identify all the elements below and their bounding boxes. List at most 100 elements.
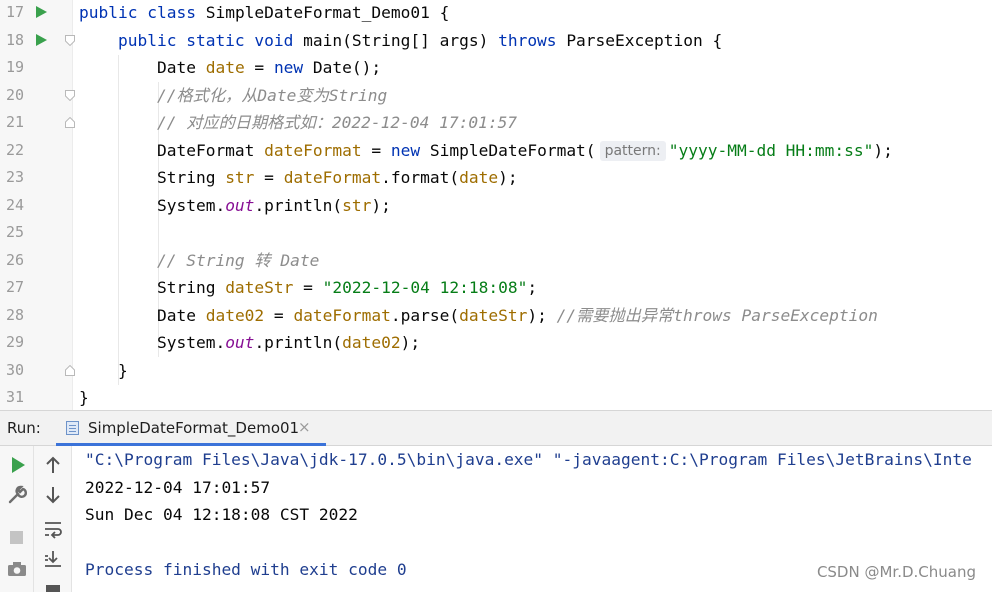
wrench-icon[interactable]	[6, 484, 28, 506]
print-icon[interactable]	[42, 578, 64, 592]
code-text: public class SimpleDateFormat_Demo01 {	[79, 0, 449, 27]
run-gutter-icon[interactable]	[36, 6, 47, 18]
code-text: String dateStr = "2022-12-04 12:18:08";	[79, 274, 537, 302]
code-token: =	[264, 305, 294, 325]
scroll-to-end-icon[interactable]	[42, 548, 64, 570]
code-token: =	[361, 140, 391, 160]
code-line[interactable]: 26 // String 转 Date	[0, 247, 992, 275]
code-text: String str = dateFormat.format(date);	[79, 164, 518, 192]
run-icon[interactable]	[7, 454, 29, 476]
code-token: date	[459, 168, 499, 187]
arrow-up-icon[interactable]	[42, 454, 64, 476]
code-token: public static void	[79, 30, 304, 50]
code-token: );	[371, 195, 391, 215]
code-token: DateFormat	[79, 140, 265, 160]
code-token: );	[400, 333, 421, 352]
code-line[interactable]: 28 Date date02 = dateFormat.parse(dateSt…	[0, 302, 992, 330]
run-config-tab[interactable]: SimpleDateFormat_Demo01 ×	[56, 411, 326, 446]
code-line[interactable]: 18 public static void main(String[] args…	[0, 27, 992, 55]
line-number: 27	[5, 278, 24, 296]
fold-icon[interactable]	[65, 89, 75, 101]
code-text: System.out.println(str);	[79, 192, 391, 220]
code-token: //格式化，从Date变为String	[79, 85, 388, 105]
code-token: System.	[79, 333, 226, 352]
run-tool-window-header: Run: SimpleDateFormat_Demo01 ×	[0, 410, 992, 446]
code-token: // String 转 Date	[79, 250, 320, 270]
line-number: 20	[5, 85, 24, 104]
code-token: =	[244, 58, 274, 77]
line-number: 28	[5, 305, 24, 324]
fold-icon[interactable]	[65, 117, 75, 128]
code-line[interactable]: 20 //格式化，从Date变为String	[0, 82, 992, 110]
close-icon[interactable]: ×	[298, 418, 311, 436]
code-token: SimpleDateFormat_Demo01 {	[205, 3, 450, 22]
console-line: "C:\Program Files\Java\jdk-17.0.5\bin\ja…	[85, 450, 972, 469]
code-token: System.	[79, 195, 226, 215]
code-token: out	[225, 195, 255, 215]
code-token: .format(	[381, 168, 460, 187]
fold-icon[interactable]	[65, 34, 75, 46]
line-number: 30	[5, 360, 24, 379]
line-number: 29	[5, 333, 24, 351]
code-token: Date();	[312, 58, 382, 77]
code-token: // 对应的日期格式如：2022-12-04 17:01:57	[79, 113, 518, 132]
line-number: 31	[5, 388, 24, 406]
camera-icon[interactable]	[6, 558, 28, 580]
code-token: }	[79, 360, 128, 380]
code-token: throws	[498, 30, 567, 50]
fold-icon[interactable]	[65, 364, 75, 376]
parameter-hint: pattern:	[599, 140, 666, 161]
code-text: }	[79, 384, 89, 410]
code-line[interactable]: 31}	[0, 384, 992, 410]
code-token: dateFormat	[293, 305, 391, 325]
code-line[interactable]: 27 String dateStr = "2022-12-04 12:18:08…	[0, 274, 992, 302]
run-config-tab-label: SimpleDateFormat_Demo01	[88, 419, 300, 437]
code-line[interactable]: 25	[0, 219, 992, 247]
code-token: //需要抛出异常throws ParseException	[556, 305, 878, 325]
code-text: }	[79, 357, 128, 385]
line-number: 24	[5, 195, 24, 214]
code-line[interactable]: 17 public class SimpleDateFormat_Demo01 {	[0, 0, 992, 27]
run-toolbar-secondary	[34, 446, 72, 592]
line-number: 19	[5, 58, 24, 76]
stop-icon[interactable]	[6, 526, 28, 548]
line-number: 25	[5, 223, 24, 241]
arrow-down-icon[interactable]	[42, 484, 64, 506]
code-line[interactable]: 23 String str = dateFormat.format(date);	[0, 164, 992, 192]
code-token: String	[79, 168, 226, 187]
code-text: // 对应的日期格式如：2022-12-04 17:01:57	[79, 109, 517, 137]
code-token: );	[873, 140, 893, 160]
code-token: new	[390, 140, 430, 160]
code-token: dateFormat	[283, 168, 382, 187]
code-token: Date	[79, 305, 206, 325]
code-token: dateFormat	[264, 140, 362, 160]
code-token: }	[79, 388, 89, 407]
code-token: date	[205, 58, 245, 77]
console-line: Sun Dec 04 12:18:08 CST 2022	[85, 505, 358, 524]
code-token: str	[342, 195, 372, 215]
code-text: //格式化，从Date变为String	[79, 82, 387, 110]
code-line[interactable]: 19 Date date = new Date();	[0, 54, 992, 82]
code-token: ;	[527, 278, 538, 297]
line-number: 18	[5, 30, 24, 49]
code-line[interactable]: 21 // 对应的日期格式如：2022-12-04 17:01:57	[0, 109, 992, 137]
code-token: =	[254, 168, 284, 187]
code-token: dateStr	[459, 305, 528, 325]
code-line[interactable]: 30 }	[0, 357, 992, 385]
code-editor[interactable]: 17 public class SimpleDateFormat_Demo01 {…	[0, 0, 992, 410]
code-line[interactable]: 29 System.out.println(date02);	[0, 329, 992, 357]
run-gutter-icon[interactable]	[36, 33, 47, 46]
soft-wrap-icon[interactable]	[42, 518, 64, 540]
code-line[interactable]: 24 System.out.println(str);	[0, 192, 992, 220]
line-number: 22	[5, 140, 24, 159]
code-text: public static void main(String[] args) t…	[79, 27, 722, 55]
code-text: // String 转 Date	[79, 247, 319, 275]
code-line[interactable]: 22 DateFormat dateFormat = new SimpleDat…	[0, 137, 992, 165]
code-token: SimpleDateFormat(	[429, 140, 596, 160]
code-token: Date	[79, 58, 206, 77]
code-token: date02	[205, 305, 265, 325]
code-token: public class	[79, 3, 206, 22]
code-text: DateFormat dateFormat = new SimpleDateFo…	[79, 137, 893, 165]
code-token: String	[79, 278, 226, 297]
run-label: Run:	[7, 419, 41, 437]
